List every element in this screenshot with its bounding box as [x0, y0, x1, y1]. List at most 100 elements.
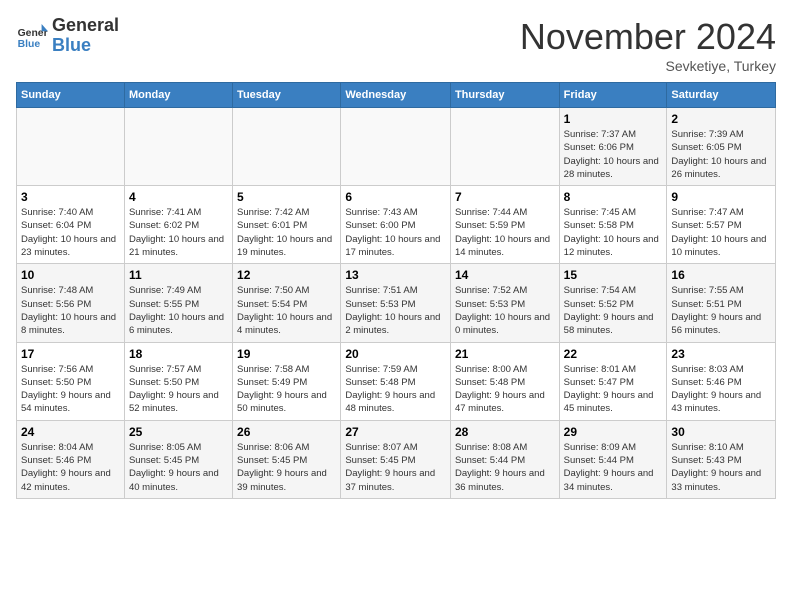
calendar-cell: 3 Sunrise: 7:40 AM Sunset: 6:04 PM Daylig…	[17, 186, 125, 264]
calendar-cell: 22 Sunrise: 8:01 AM Sunset: 5:47 PM Dayli…	[559, 342, 667, 420]
calendar-cell: 1Sunrise: 7:37 AM Sunset: 6:06 PM Daylig…	[559, 108, 667, 186]
day-of-week-friday: Friday	[559, 83, 667, 108]
day-number: 1	[564, 112, 663, 126]
day-of-week-thursday: Thursday	[450, 83, 559, 108]
calendar-week-4: 17 Sunrise: 7:56 AM Sunset: 5:50 PM Dayli…	[17, 342, 776, 420]
calendar-week-3: 10 Sunrise: 7:48 AM Sunset: 5:56 PM Dayli…	[17, 264, 776, 342]
day-info: Sunrise: 7:44 AM Sunset: 5:59 PM Dayligh…	[455, 206, 555, 259]
day-number: 30	[671, 425, 771, 439]
day-info: Sunrise: 7:45 AM Sunset: 5:58 PM Dayligh…	[564, 206, 663, 259]
day-info: Sunrise: 7:59 AM Sunset: 5:48 PM Dayligh…	[345, 363, 446, 416]
calendar-cell: 2 Sunrise: 7:39 AM Sunset: 6:05 PM Daylig…	[667, 108, 776, 186]
day-info: Sunrise: 7:39 AM Sunset: 6:05 PM Dayligh…	[671, 128, 771, 181]
calendar-header: SundayMondayTuesdayWednesdayThursdayFrid…	[17, 83, 776, 108]
day-number: 9	[671, 190, 771, 204]
calendar-cell: 11Sunrise: 7:49 AM Sunset: 5:55 PM Dayli…	[124, 264, 232, 342]
header-row: SundayMondayTuesdayWednesdayThursdayFrid…	[17, 83, 776, 108]
calendar-table: SundayMondayTuesdayWednesdayThursdayFrid…	[16, 82, 776, 499]
day-number: 29	[564, 425, 663, 439]
calendar-week-5: 24 Sunrise: 8:04 AM Sunset: 5:46 PM Dayli…	[17, 420, 776, 498]
calendar-cell: 14Sunrise: 7:52 AM Sunset: 5:53 PM Dayli…	[450, 264, 559, 342]
day-number: 14	[455, 268, 555, 282]
logo-blue-text: Blue	[52, 36, 119, 56]
day-info: Sunrise: 7:50 AM Sunset: 5:54 PM Dayligh…	[237, 284, 336, 337]
calendar-cell: 26 Sunrise: 8:06 AM Sunset: 5:45 PM Dayli…	[233, 420, 341, 498]
day-info: Sunrise: 7:57 AM Sunset: 5:50 PM Dayligh…	[129, 363, 228, 416]
calendar-cell: 7 Sunrise: 7:44 AM Sunset: 5:59 PM Daylig…	[450, 186, 559, 264]
calendar-cell	[124, 108, 232, 186]
day-number: 12	[237, 268, 336, 282]
day-info: Sunrise: 7:42 AM Sunset: 6:01 PM Dayligh…	[237, 206, 336, 259]
day-number: 8	[564, 190, 663, 204]
page-header: General Blue General Blue November 2024 …	[16, 16, 776, 74]
day-info: Sunrise: 8:05 AM Sunset: 5:45 PM Dayligh…	[129, 441, 228, 494]
calendar-cell: 27 Sunrise: 8:07 AM Sunset: 5:45 PM Dayli…	[341, 420, 451, 498]
day-of-week-saturday: Saturday	[667, 83, 776, 108]
calendar-cell	[17, 108, 125, 186]
calendar-cell	[233, 108, 341, 186]
day-number: 10	[21, 268, 120, 282]
day-number: 16	[671, 268, 771, 282]
day-info: Sunrise: 8:00 AM Sunset: 5:48 PM Dayligh…	[455, 363, 555, 416]
day-info: Sunrise: 7:58 AM Sunset: 5:49 PM Dayligh…	[237, 363, 336, 416]
logo-text: General Blue	[52, 16, 119, 56]
day-info: Sunrise: 7:56 AM Sunset: 5:50 PM Dayligh…	[21, 363, 120, 416]
calendar-cell: 21 Sunrise: 8:00 AM Sunset: 5:48 PM Dayli…	[450, 342, 559, 420]
calendar-cell: 9 Sunrise: 7:47 AM Sunset: 5:57 PM Daylig…	[667, 186, 776, 264]
day-number: 7	[455, 190, 555, 204]
day-of-week-monday: Monday	[124, 83, 232, 108]
day-number: 28	[455, 425, 555, 439]
day-number: 21	[455, 347, 555, 361]
day-number: 27	[345, 425, 446, 439]
day-info: Sunrise: 7:54 AM Sunset: 5:52 PM Dayligh…	[564, 284, 663, 337]
calendar-cell: 20 Sunrise: 7:59 AM Sunset: 5:48 PM Dayli…	[341, 342, 451, 420]
day-info: Sunrise: 7:48 AM Sunset: 5:56 PM Dayligh…	[21, 284, 120, 337]
calendar-cell: 10 Sunrise: 7:48 AM Sunset: 5:56 PM Dayli…	[17, 264, 125, 342]
day-info: Sunrise: 7:43 AM Sunset: 6:00 PM Dayligh…	[345, 206, 446, 259]
calendar-cell: 4 Sunrise: 7:41 AM Sunset: 6:02 PM Daylig…	[124, 186, 232, 264]
day-info: Sunrise: 8:07 AM Sunset: 5:45 PM Dayligh…	[345, 441, 446, 494]
day-number: 18	[129, 347, 228, 361]
day-info: Sunrise: 7:47 AM Sunset: 5:57 PM Dayligh…	[671, 206, 771, 259]
day-of-week-tuesday: Tuesday	[233, 83, 341, 108]
calendar-cell: 23Sunrise: 8:03 AM Sunset: 5:46 PM Dayli…	[667, 342, 776, 420]
calendar-cell: 15 Sunrise: 7:54 AM Sunset: 5:52 PM Dayli…	[559, 264, 667, 342]
day-info: Sunrise: 8:06 AM Sunset: 5:45 PM Dayligh…	[237, 441, 336, 494]
calendar-cell: 18 Sunrise: 7:57 AM Sunset: 5:50 PM Dayli…	[124, 342, 232, 420]
calendar-cell	[450, 108, 559, 186]
month-title: November 2024	[520, 16, 776, 58]
day-info: Sunrise: 7:40 AM Sunset: 6:04 PM Dayligh…	[21, 206, 120, 259]
day-number: 4	[129, 190, 228, 204]
logo-general-text: General	[52, 16, 119, 36]
day-number: 24	[21, 425, 120, 439]
day-of-week-wednesday: Wednesday	[341, 83, 451, 108]
day-info: Sunrise: 8:10 AM Sunset: 5:43 PM Dayligh…	[671, 441, 771, 494]
calendar-body: 1Sunrise: 7:37 AM Sunset: 6:06 PM Daylig…	[17, 108, 776, 499]
calendar-week-2: 3 Sunrise: 7:40 AM Sunset: 6:04 PM Daylig…	[17, 186, 776, 264]
day-info: Sunrise: 8:01 AM Sunset: 5:47 PM Dayligh…	[564, 363, 663, 416]
calendar-cell: 24 Sunrise: 8:04 AM Sunset: 5:46 PM Dayli…	[17, 420, 125, 498]
day-number: 11	[129, 268, 228, 282]
calendar-cell: 29Sunrise: 8:09 AM Sunset: 5:44 PM Dayli…	[559, 420, 667, 498]
day-number: 2	[671, 112, 771, 126]
day-number: 6	[345, 190, 446, 204]
day-number: 26	[237, 425, 336, 439]
day-info: Sunrise: 7:41 AM Sunset: 6:02 PM Dayligh…	[129, 206, 228, 259]
svg-text:Blue: Blue	[18, 39, 41, 50]
day-number: 22	[564, 347, 663, 361]
day-number: 19	[237, 347, 336, 361]
day-info: Sunrise: 7:51 AM Sunset: 5:53 PM Dayligh…	[345, 284, 446, 337]
logo-icon: General Blue	[16, 20, 48, 52]
calendar-cell: 8 Sunrise: 7:45 AM Sunset: 5:58 PM Daylig…	[559, 186, 667, 264]
day-number: 13	[345, 268, 446, 282]
calendar-cell: 30 Sunrise: 8:10 AM Sunset: 5:43 PM Dayli…	[667, 420, 776, 498]
day-number: 23	[671, 347, 771, 361]
calendar-cell: 17 Sunrise: 7:56 AM Sunset: 5:50 PM Dayli…	[17, 342, 125, 420]
day-number: 3	[21, 190, 120, 204]
day-number: 20	[345, 347, 446, 361]
day-info: Sunrise: 8:04 AM Sunset: 5:46 PM Dayligh…	[21, 441, 120, 494]
day-number: 15	[564, 268, 663, 282]
day-number: 25	[129, 425, 228, 439]
day-info: Sunrise: 7:55 AM Sunset: 5:51 PM Dayligh…	[671, 284, 771, 337]
day-number: 17	[21, 347, 120, 361]
